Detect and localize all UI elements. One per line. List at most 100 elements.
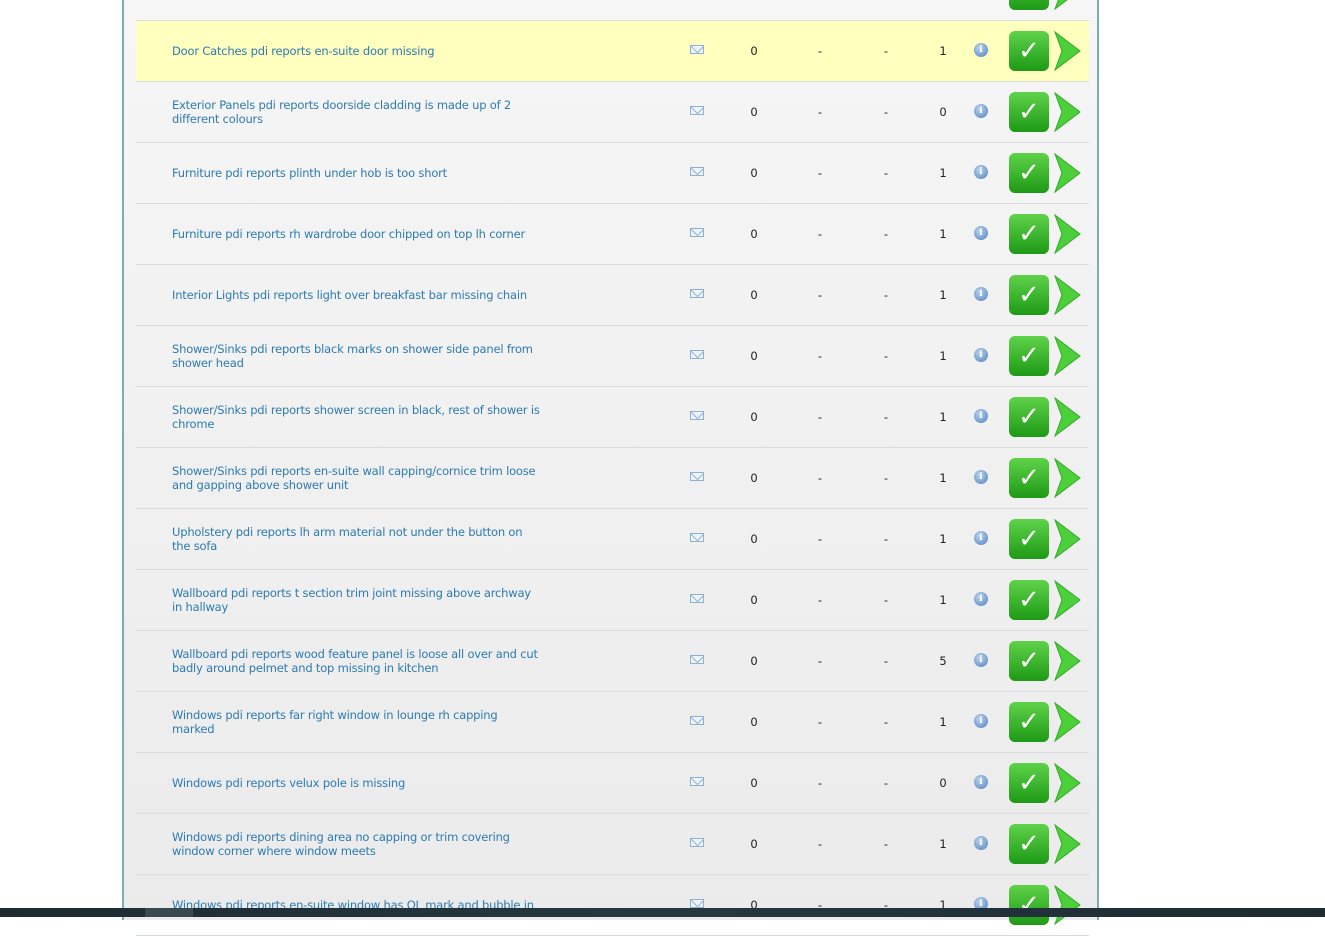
table-row[interactable]: Interior Lights pdi reports light over b… (136, 265, 1089, 326)
info-icon[interactable]: i (974, 592, 988, 606)
chevron-right-icon[interactable] (1052, 763, 1082, 803)
issue-description-link[interactable]: Windows pdi reports far right window in … (172, 692, 542, 752)
cell-value: 0 (750, 776, 758, 790)
info-icon[interactable]: i (974, 775, 988, 789)
chevron-right-icon[interactable] (1052, 519, 1082, 559)
envelope-icon[interactable] (690, 350, 704, 359)
approve-button[interactable]: ✓ (1009, 31, 1049, 71)
cell-value: 0 (750, 410, 758, 424)
approve-button[interactable]: ✓ (1009, 92, 1049, 132)
chevron-right-icon[interactable] (1052, 214, 1082, 254)
chevron-right-icon[interactable] (1052, 641, 1082, 681)
checkmark-icon: ✓ (1018, 829, 1040, 859)
chevron-right-icon[interactable] (1052, 702, 1082, 742)
table-row[interactable]: Where to tie cord Treviston Farm cp FE27… (136, 0, 1089, 21)
approve-button[interactable]: ✓ (1009, 275, 1049, 315)
table-row[interactable]: Shower/Sinks pdi reports black marks on … (136, 326, 1089, 387)
info-icon[interactable]: i (974, 104, 988, 118)
envelope-icon[interactable] (690, 777, 704, 786)
approve-button[interactable]: ✓ (1009, 763, 1049, 803)
info-icon[interactable]: i (974, 226, 988, 240)
table-row[interactable]: Windows pdi reports en-suite window has … (136, 875, 1089, 936)
envelope-icon[interactable] (690, 838, 704, 847)
envelope-icon[interactable] (690, 594, 704, 603)
issue-description-link[interactable]: Windows pdi reports velux pole is missin… (172, 753, 542, 813)
approve-button[interactable]: ✓ (1009, 397, 1049, 437)
info-icon[interactable]: i (974, 653, 988, 667)
chevron-right-icon[interactable] (1052, 92, 1082, 132)
info-icon[interactable]: i (974, 165, 988, 179)
envelope-icon[interactable] (690, 655, 704, 664)
table-row[interactable]: Windows pdi reports velux pole is missin… (136, 753, 1089, 814)
chevron-right-icon[interactable] (1052, 458, 1082, 498)
chevron-right-icon[interactable] (1052, 31, 1082, 71)
issue-description-link[interactable]: Furniture pdi reports plinth under hob i… (172, 143, 542, 203)
table-row[interactable]: Wallboard pdi reports wood feature panel… (136, 631, 1089, 692)
chevron-right-icon[interactable] (1052, 824, 1082, 864)
table-row[interactable]: Door Catches pdi reports en-suite door m… (136, 21, 1089, 82)
approve-button[interactable]: ✓ (1009, 519, 1049, 559)
issue-description-link[interactable]: Windows pdi reports en-suite window has … (172, 875, 542, 935)
issue-description-link[interactable]: Wallboard pdi reports t section trim joi… (172, 570, 542, 630)
envelope-icon[interactable] (690, 45, 704, 54)
approve-button[interactable]: ✓ (1009, 641, 1049, 681)
issue-description-link[interactable]: Shower/Sinks pdi reports shower screen i… (172, 387, 542, 447)
table-row[interactable]: Furniture pdi reports plinth under hob i… (136, 143, 1089, 204)
table-row[interactable]: Wallboard pdi reports t section trim joi… (136, 570, 1089, 631)
envelope-icon[interactable] (690, 899, 704, 908)
table-row[interactable]: Furniture pdi reports rh wardrobe door c… (136, 204, 1089, 265)
issue-description-link[interactable]: Interior Lights pdi reports light over b… (172, 265, 542, 325)
approve-button[interactable]: ✓ (1009, 824, 1049, 864)
issue-description-link[interactable]: Shower/Sinks pdi reports black marks on … (172, 326, 542, 386)
envelope-icon[interactable] (690, 228, 704, 237)
chevron-right-icon[interactable] (1052, 885, 1082, 925)
envelope-icon[interactable] (690, 716, 704, 725)
info-icon[interactable]: i (974, 409, 988, 423)
issue-description-link[interactable]: Furniture pdi reports rh wardrobe door c… (172, 204, 542, 264)
info-icon[interactable]: i (974, 348, 988, 362)
table-row[interactable]: Exterior Panels pdi reports doorside cla… (136, 82, 1089, 143)
cell-value: - (817, 715, 823, 729)
chevron-right-icon[interactable] (1052, 336, 1082, 376)
issue-description-link[interactable]: Upholstery pdi reports lh arm material n… (172, 509, 542, 569)
chevron-right-icon[interactable] (1052, 153, 1082, 193)
info-icon[interactable]: i (974, 287, 988, 301)
info-icon[interactable]: i (974, 470, 988, 484)
approve-button[interactable]: ✓ (1009, 336, 1049, 376)
approve-button[interactable]: ✓ (1009, 885, 1049, 925)
info-icon[interactable]: i (974, 836, 988, 850)
issue-description-link[interactable]: Shower/Sinks pdi reports en-suite wall c… (172, 448, 542, 508)
cell-value: 0 (750, 471, 758, 485)
approve-button[interactable]: ✓ (1009, 214, 1049, 254)
envelope-icon[interactable] (690, 106, 704, 115)
approve-button[interactable]: ✓ (1009, 458, 1049, 498)
envelope-icon[interactable] (690, 167, 704, 176)
table-row[interactable]: Shower/Sinks pdi reports en-suite wall c… (136, 448, 1089, 509)
approve-button[interactable]: ✓ (1009, 0, 1049, 10)
approve-button[interactable]: ✓ (1009, 702, 1049, 742)
envelope-icon[interactable] (690, 411, 704, 420)
chevron-right-icon[interactable] (1052, 275, 1082, 315)
envelope-icon[interactable] (690, 533, 704, 542)
chevron-right-icon[interactable] (1052, 580, 1082, 620)
info-icon[interactable]: i (974, 714, 988, 728)
issue-description-link[interactable]: Wallboard pdi reports wood feature panel… (172, 631, 542, 691)
envelope-icon[interactable] (690, 289, 704, 298)
table-row[interactable]: Windows pdi reports far right window in … (136, 692, 1089, 753)
table-row[interactable]: Windows pdi reports dining area no cappi… (136, 814, 1089, 875)
info-icon[interactable]: i (974, 531, 988, 545)
issue-description-link[interactable]: Windows pdi reports dining area no cappi… (172, 814, 542, 874)
table-row[interactable]: Shower/Sinks pdi reports shower screen i… (136, 387, 1089, 448)
issue-description-link[interactable]: Exterior Panels pdi reports doorside cla… (172, 82, 542, 142)
issue-description-link[interactable]: Door Catches pdi reports en-suite door m… (172, 21, 542, 81)
approve-button[interactable]: ✓ (1009, 153, 1049, 193)
issue-description-link[interactable]: Where to tie cord Treviston Farm cp FE27… (172, 0, 542, 20)
table-row[interactable]: Upholstery pdi reports lh arm material n… (136, 509, 1089, 570)
envelope-icon[interactable] (690, 472, 704, 481)
chevron-right-icon[interactable] (1052, 0, 1082, 10)
info-icon[interactable]: i (974, 43, 988, 57)
chevron-right-icon[interactable] (1052, 397, 1082, 437)
taskbar-active-app[interactable] (145, 908, 193, 917)
approve-button[interactable]: ✓ (1009, 580, 1049, 620)
cell-count: 1 (923, 0, 963, 20)
